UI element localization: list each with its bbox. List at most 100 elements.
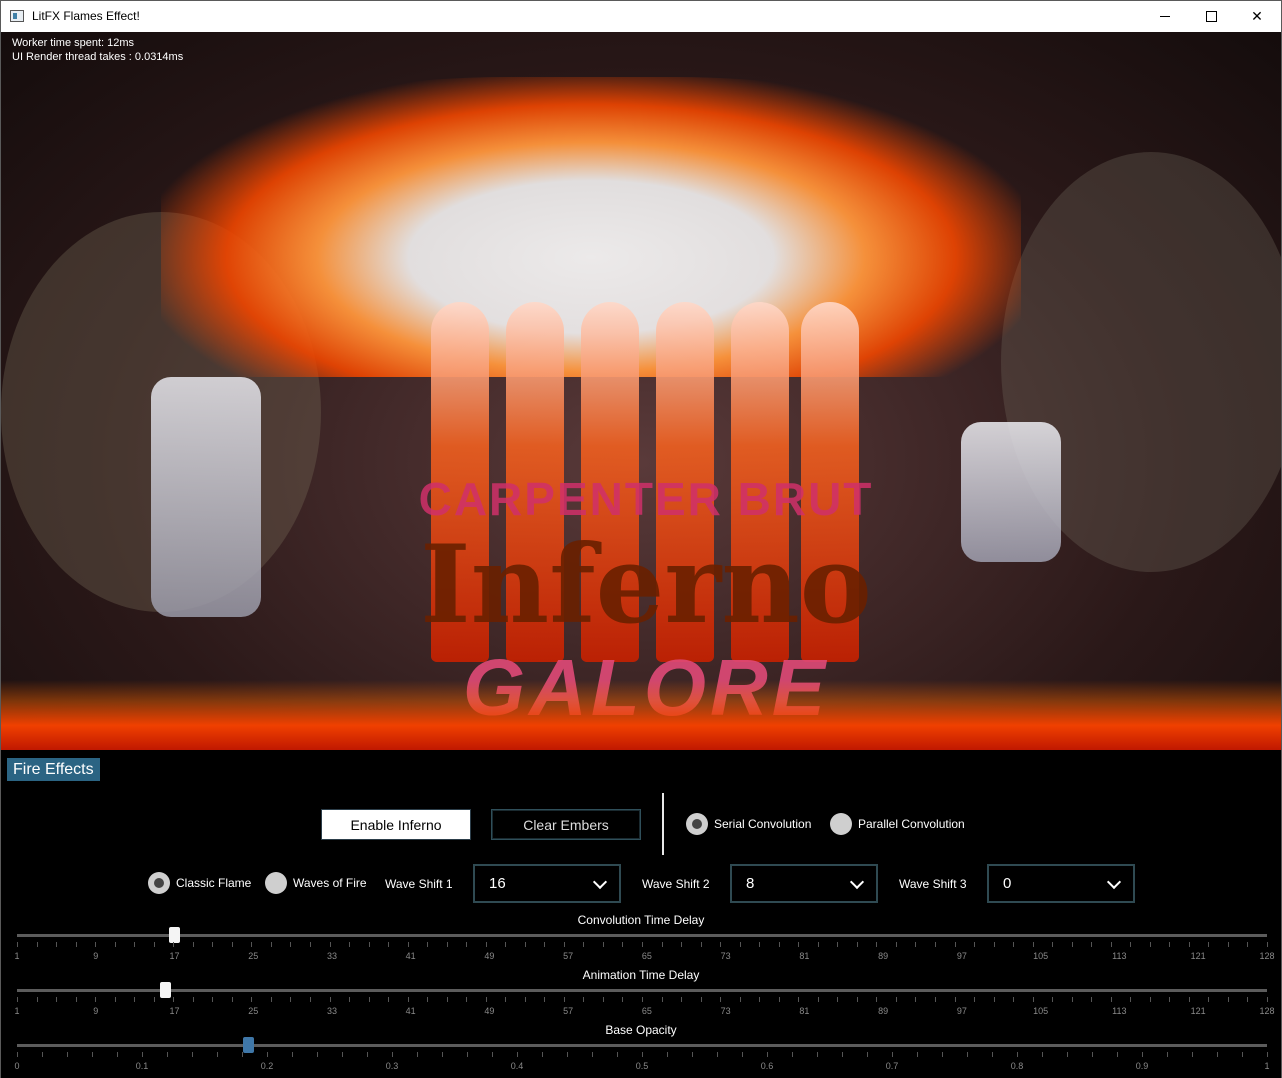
radio-label: Serial Convolution — [714, 817, 812, 831]
slider-tick — [602, 997, 604, 1002]
slider-tick — [114, 942, 116, 947]
slider-tick — [661, 942, 663, 947]
slider-tick-label: 105 — [1033, 951, 1049, 961]
slider-tick — [1071, 942, 1073, 947]
radio-label: Waves of Fire — [293, 876, 367, 890]
maximize-button[interactable] — [1188, 1, 1234, 32]
slider-tick — [917, 1052, 918, 1057]
album-title: Inferno — [420, 522, 872, 648]
chevron-down-icon — [592, 874, 608, 890]
slider-tick — [407, 942, 409, 947]
slider-tick — [524, 997, 526, 1002]
clear-embers-button[interactable]: Clear Embers — [491, 809, 641, 840]
slider-tick-label: 97 — [956, 1006, 967, 1016]
slider-tick — [739, 997, 741, 1002]
slider-tick — [367, 1052, 368, 1057]
slider-tick-label: 89 — [878, 951, 889, 961]
slider-tick — [192, 942, 194, 947]
radio-dot — [265, 872, 287, 894]
base-opacity-thumb[interactable] — [243, 1037, 255, 1053]
slider-tick — [892, 1052, 893, 1057]
wave-shift-2-select[interactable]: 8 — [730, 864, 878, 903]
radio-serial-convolution[interactable]: Serial Convolution — [686, 813, 811, 835]
slider-tick — [1067, 1052, 1068, 1057]
slider-tick — [427, 942, 429, 947]
slider-tick-label: 1 — [14, 951, 20, 961]
slider-tick-label: 105 — [1033, 1006, 1049, 1016]
window-title: LitFX Flames Effect! — [32, 9, 140, 23]
slider-tick-label: 33 — [326, 1006, 337, 1016]
wave-shift-1-select[interactable]: 16 — [473, 864, 621, 903]
radio-classic-flame[interactable]: Classic Flame — [148, 872, 251, 894]
slider-tick — [642, 997, 643, 1002]
animation-delay-track[interactable] — [17, 989, 1267, 992]
slider-tick-label: 1 — [14, 1006, 20, 1016]
select-value: 8 — [746, 875, 755, 892]
slider-tick-label: 0.5 — [635, 1061, 649, 1071]
slider-tick — [1091, 942, 1093, 947]
animation-delay-ticks — [17, 997, 1268, 1005]
convolution-delay-thumb[interactable] — [169, 927, 181, 943]
fire-effects-tab[interactable]: Fire Effects — [7, 758, 100, 781]
slider-tick — [1227, 997, 1229, 1002]
minimize-button[interactable] — [1142, 1, 1188, 32]
slider-tick-label: 113 — [1112, 951, 1127, 961]
animation-delay-thumb[interactable] — [159, 982, 171, 998]
slider-tick-label: 17 — [169, 951, 180, 961]
minimize-icon — [1160, 16, 1170, 17]
slider-tick — [42, 1052, 43, 1057]
slider-tick — [231, 942, 233, 947]
slider-tick — [134, 942, 136, 947]
slider-tick — [342, 1052, 343, 1057]
title-bar[interactable]: LitFX Flames Effect! ✕ — [1, 1, 1281, 32]
radio-dot-selected — [686, 813, 708, 835]
slider-tick — [767, 1052, 768, 1057]
vertical-divider — [662, 793, 664, 855]
slider-tick — [915, 942, 917, 947]
base-opacity-tick-labels: 0 0.1 0.2 0.3 0.4 0.5 0.6 0.7 0.8 0.9 1 — [1, 1061, 1281, 1073]
slider-tick — [792, 1052, 793, 1057]
slider-tick-label: 97 — [956, 951, 967, 961]
flame-viewport: CARPENTER BRUT Inferno GALORE Worker tim… — [1, 32, 1281, 750]
radio-waves-of-fire[interactable]: Waves of Fire — [265, 872, 367, 894]
slider-tick — [692, 1052, 693, 1057]
slider-tick — [142, 1052, 143, 1057]
chevron-down-icon — [1106, 874, 1122, 890]
slider-tick — [466, 997, 468, 1002]
slider-tick — [1267, 1052, 1268, 1057]
slider-tick — [329, 942, 331, 947]
slider-tick — [67, 1052, 68, 1057]
slider-tick-label: 57 — [563, 951, 574, 961]
enable-inferno-button[interactable]: Enable Inferno — [321, 809, 471, 840]
slider-tick — [1169, 942, 1171, 947]
slider-tick — [270, 942, 272, 947]
slider-tick — [817, 942, 819, 947]
slider-tick — [583, 997, 585, 1002]
slider-tick — [349, 997, 351, 1002]
slider-tick — [876, 997, 878, 1002]
slider-tick — [1052, 997, 1054, 1002]
convolution-delay-title: Convolution Time Delay — [577, 913, 705, 927]
slider-tick — [1227, 942, 1229, 947]
radio-parallel-convolution[interactable]: Parallel Convolution — [830, 813, 965, 835]
slider-tick — [492, 1052, 493, 1057]
wave-shift-3-select[interactable]: 0 — [987, 864, 1135, 903]
slider-tick — [290, 997, 292, 1002]
slider-tick — [974, 942, 976, 947]
close-button[interactable]: ✕ — [1234, 1, 1280, 32]
slider-tick — [309, 997, 311, 1002]
radio-label: Classic Flame — [176, 876, 252, 890]
base-opacity-title: Base Opacity — [605, 1023, 677, 1037]
slider-tick-label: 1 — [1264, 1061, 1270, 1071]
convolution-delay-track[interactable] — [17, 934, 1267, 937]
slider-tick-label: 9 — [93, 1006, 99, 1016]
slider-tick — [212, 997, 214, 1002]
slider-tick — [251, 997, 253, 1002]
slider-tick — [720, 997, 722, 1002]
base-opacity-track[interactable] — [17, 1044, 1267, 1047]
slider-tick — [1092, 1052, 1093, 1057]
wave-shift-1-label: Wave Shift 1 — [385, 877, 453, 891]
slider-tick — [1149, 997, 1151, 1002]
slider-tick-label: 17 — [169, 1006, 180, 1016]
slider-tick-label: 0.6 — [760, 1061, 774, 1071]
